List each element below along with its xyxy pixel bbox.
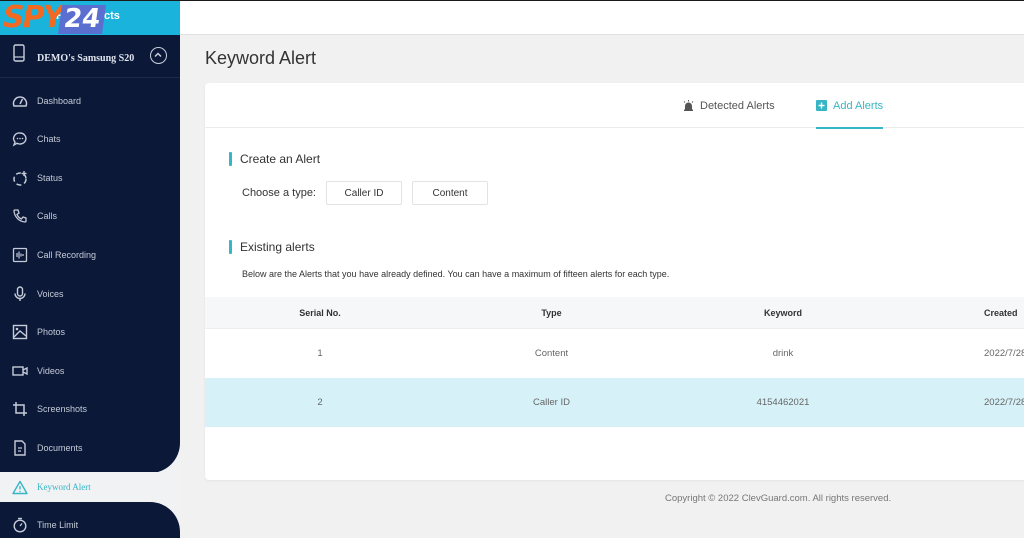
page-title: Keyword Alert bbox=[205, 48, 317, 68]
crop-icon bbox=[11, 400, 29, 418]
existing-alerts-description: Below are the Alerts that you have alrea… bbox=[242, 269, 670, 279]
stopwatch-icon bbox=[11, 516, 29, 534]
top-bar bbox=[180, 1, 1024, 35]
cell-created: 2022/7/28 1 bbox=[984, 348, 1024, 359]
window-top-border bbox=[0, 0, 1024, 1]
sidebar-item-label: Documents bbox=[37, 443, 83, 453]
brand-underlying-text-2: cts bbox=[104, 10, 120, 22]
status-circle-plus-icon bbox=[11, 169, 29, 187]
sidebar-item-status[interactable]: Status bbox=[0, 159, 180, 197]
device-name: DEMO's Samsung S20 bbox=[37, 53, 135, 64]
alarm-siren-icon bbox=[683, 100, 694, 111]
sidebar-item-label: Status bbox=[37, 173, 63, 183]
column-header-keyword[interactable]: Keyword bbox=[668, 308, 898, 318]
caller-id-button[interactable]: Caller ID bbox=[326, 181, 402, 205]
chevron-up-circle-icon[interactable] bbox=[150, 47, 167, 64]
table-header: Serial No. Type Keyword Created bbox=[205, 297, 1024, 329]
sidebar-item-label: Time Limit bbox=[37, 520, 79, 530]
cell-type: Content bbox=[534, 348, 569, 359]
cell-type: Caller ID bbox=[533, 397, 570, 408]
column-header-type[interactable]: Type bbox=[435, 308, 668, 318]
tab-label: Add Alerts bbox=[833, 99, 884, 112]
cell-keyword: drink bbox=[772, 348, 794, 359]
sidebar-item-label: Photos bbox=[37, 327, 66, 337]
sidebar-item-keyword-alert[interactable]: Keyword Alert bbox=[0, 472, 180, 502]
sidebar-item-label: Keyword Alert bbox=[37, 482, 91, 492]
phone-icon bbox=[11, 207, 29, 225]
sidebar: Ho cts SPY 24 DEMO's Samsung S20 Dashboa… bbox=[0, 0, 180, 538]
cell-created: 2022/7/28 1 bbox=[984, 397, 1024, 408]
heading-accent-bar bbox=[229, 152, 232, 166]
tab-add-alerts[interactable]: Add Alerts bbox=[816, 83, 884, 129]
column-header-serial[interactable]: Serial No. bbox=[205, 308, 435, 318]
watermark-logo-spy: SPY bbox=[3, 1, 64, 35]
content-button[interactable]: Content bbox=[412, 181, 488, 205]
sidebar-item-label: Screenshots bbox=[37, 404, 88, 414]
sidebar-item-time-limit[interactable]: Time Limit bbox=[0, 506, 180, 538]
cell-serial: 2 bbox=[317, 397, 323, 408]
video-camera-icon bbox=[11, 362, 29, 380]
cell-serial: 1 bbox=[317, 348, 323, 359]
heading-text: Create an Alert bbox=[240, 152, 321, 166]
device-selector[interactable]: DEMO's Samsung S20 bbox=[0, 38, 180, 78]
sidebar-item-label: Call Recording bbox=[37, 250, 97, 260]
sidebar-item-screenshots[interactable]: Screenshots bbox=[0, 390, 180, 428]
alerts-table: Serial No. Type Keyword Created 1 Conten… bbox=[205, 297, 1024, 427]
choose-type-label: Choose a type: bbox=[242, 187, 316, 199]
document-icon bbox=[11, 439, 29, 457]
phone-icon bbox=[13, 44, 25, 62]
microphone-icon bbox=[11, 285, 29, 303]
cell-keyword: 4154462021 bbox=[756, 397, 810, 408]
sidebar-item-voices[interactable]: Voices bbox=[0, 275, 180, 313]
chat-bubble-icon bbox=[11, 130, 29, 148]
sidebar-item-dashboard[interactable]: Dashboard bbox=[0, 82, 180, 120]
column-header-created[interactable]: Created bbox=[898, 308, 1024, 318]
warning-triangle-icon bbox=[11, 478, 29, 496]
dashboard-gauge-icon bbox=[11, 92, 29, 110]
table-row[interactable]: 1 Content drink 2022/7/28 1 bbox=[205, 329, 1024, 378]
plus-square-icon bbox=[816, 100, 827, 111]
choose-type-row: Choose a type: Caller ID Content bbox=[242, 181, 498, 205]
sidebar-item-chats[interactable]: Chats bbox=[0, 120, 180, 158]
sidebar-item-label: Chats bbox=[37, 134, 61, 144]
sidebar-item-label: Dashboard bbox=[37, 96, 82, 106]
heading-text: Existing alerts bbox=[240, 240, 315, 254]
sidebar-item-call-recording[interactable]: Call Recording bbox=[0, 236, 180, 274]
tab-label: Detected Alerts bbox=[700, 99, 775, 112]
brand-bar: Ho cts SPY 24 bbox=[0, 1, 180, 35]
call-recording-icon bbox=[11, 246, 29, 264]
sidebar-item-videos[interactable]: Videos bbox=[0, 352, 180, 390]
sidebar-item-label: Voices bbox=[37, 289, 64, 299]
existing-alerts-heading: Existing alerts bbox=[229, 240, 315, 254]
sidebar-item-documents[interactable]: Documents bbox=[0, 429, 180, 467]
tab-bar: Detected Alerts Add Alerts bbox=[205, 83, 1024, 129]
heading-accent-bar bbox=[229, 240, 232, 254]
tab-detected-alerts[interactable]: Detected Alerts bbox=[683, 83, 775, 128]
create-alert-heading: Create an Alert bbox=[229, 152, 320, 166]
image-icon bbox=[11, 323, 29, 341]
footer-copyright: Copyright © 2022 ClevGuard.com. All righ… bbox=[665, 493, 892, 504]
watermark-logo-24: 24 bbox=[57, 4, 107, 34]
table-row[interactable]: 2 Caller ID 4154462021 2022/7/28 1 bbox=[205, 378, 1024, 427]
sidebar-item-label: Calls bbox=[37, 211, 58, 221]
sidebar-item-photos[interactable]: Photos bbox=[0, 313, 180, 351]
sidebar-item-calls[interactable]: Calls bbox=[0, 197, 180, 235]
sidebar-item-label: Videos bbox=[37, 366, 65, 376]
content-card: Detected Alerts Add Alerts Create an Ale… bbox=[205, 83, 1024, 480]
